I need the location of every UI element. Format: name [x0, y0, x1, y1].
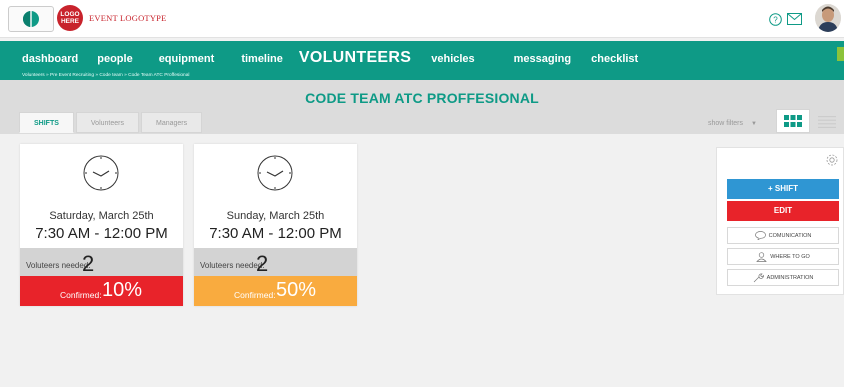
app-logo-icon — [23, 11, 39, 27]
communication-button[interactable]: COMUNICATION — [727, 227, 839, 244]
brand-name: EVENT LOGOTYPE — [89, 13, 167, 23]
shift-date: Sunday, March 25th — [226, 210, 325, 222]
help-icon[interactable]: ? — [767, 11, 783, 27]
edit-button[interactable]: EDIT — [727, 201, 839, 221]
confirmed-label: Confirmed: — [60, 290, 102, 300]
nav-vehicles[interactable]: vehicles — [431, 53, 474, 65]
volunteers-needed-bar: Voluteers needed: 2 — [194, 248, 357, 276]
page-title: CODE TEAM ATC PROFFESIONAL — [305, 90, 539, 106]
action-panel: + SHIFT EDIT COMUNICATION WHERE TO GO AD… — [716, 147, 844, 295]
volunteers-needed-label: Voluteers needed: — [26, 261, 91, 270]
confirmed-value: 50% — [276, 279, 317, 301]
nav-checklist[interactable]: checklist — [591, 53, 638, 65]
volunteers-needed-value: 2 — [256, 251, 269, 276]
shift-date: Saturday, March 25th — [49, 210, 154, 222]
nav-dashboard[interactable]: dashboard — [22, 53, 78, 65]
grid-view-button[interactable] — [776, 109, 810, 133]
clock-icon — [83, 155, 119, 191]
breadcrumb: Volunteers » Pre Event Recruiting » Code… — [22, 73, 190, 78]
tab-bar: SHIFTS Volunteers Managers — [19, 112, 204, 133]
volunteers-needed-value: 2 — [82, 251, 95, 276]
communication-label: COMUNICATION — [768, 232, 812, 239]
tab-shifts[interactable]: SHIFTS — [19, 112, 74, 133]
volunteers-needed-label: Voluteers needed: — [200, 261, 265, 270]
shift-card[interactable]: Sunday, March 25th 7:30 AM - 12:00 PM Vo… — [194, 144, 357, 306]
speech-bubble-icon — [754, 231, 766, 240]
user-avatar[interactable] — [815, 4, 841, 32]
nav-people[interactable]: people — [97, 53, 132, 65]
confirmed-bar: Confirmed: 50% — [194, 276, 357, 306]
brand-logo: LOGO HERE — [57, 5, 83, 31]
nav-timeline[interactable]: timeline — [241, 53, 283, 65]
person-pin-icon — [756, 251, 768, 262]
tab-volunteers[interactable]: Volunteers — [75, 112, 139, 133]
list-icon — [818, 116, 836, 128]
show-filters-label: show filters — [708, 120, 744, 127]
nav-edge-tab[interactable] — [837, 47, 844, 61]
confirmed-value: 10% — [102, 279, 143, 301]
wrench-icon — [753, 273, 764, 282]
administration-button[interactable]: ADMINISTRATION — [727, 269, 839, 286]
nav-equipment[interactable]: equipment — [159, 53, 215, 65]
main-nav: dashboard people equipment timeline VOLU… — [0, 41, 844, 73]
where-to-go-label: WHERE TO GO — [770, 253, 810, 260]
where-to-go-button[interactable]: WHERE TO GO — [727, 248, 839, 265]
nav-messaging[interactable]: messaging — [514, 53, 571, 65]
svg-text:?: ? — [773, 15, 778, 24]
shift-card[interactable]: Saturday, March 25th 7:30 AM - 12:00 PM … — [20, 144, 183, 306]
show-filters-dropdown[interactable]: show filters ▼ — [708, 120, 757, 127]
tab-managers[interactable]: Managers — [140, 112, 203, 133]
list-view-button[interactable] — [814, 112, 840, 132]
mail-icon[interactable] — [786, 11, 802, 27]
gear-icon[interactable] — [825, 153, 839, 167]
confirmed-bar: Confirmed: 10% — [20, 276, 183, 306]
nav-volunteers[interactable]: VOLUNTEERS — [299, 49, 411, 67]
volunteers-needed-bar: Voluteers needed: 2 — [20, 248, 183, 276]
clock-icon — [257, 155, 293, 191]
app-logo-button[interactable] — [8, 6, 54, 32]
add-shift-button[interactable]: + SHIFT — [727, 179, 839, 199]
grid-icon — [784, 115, 802, 127]
shift-time: 7:30 AM - 12:00 PM — [35, 225, 168, 242]
shift-time: 7:30 AM - 12:00 PM — [209, 225, 342, 242]
administration-label: ADMINISTRATION — [766, 274, 814, 281]
confirmed-label: Confirmed: — [234, 290, 276, 300]
chevron-down-icon: ▼ — [750, 121, 757, 127]
